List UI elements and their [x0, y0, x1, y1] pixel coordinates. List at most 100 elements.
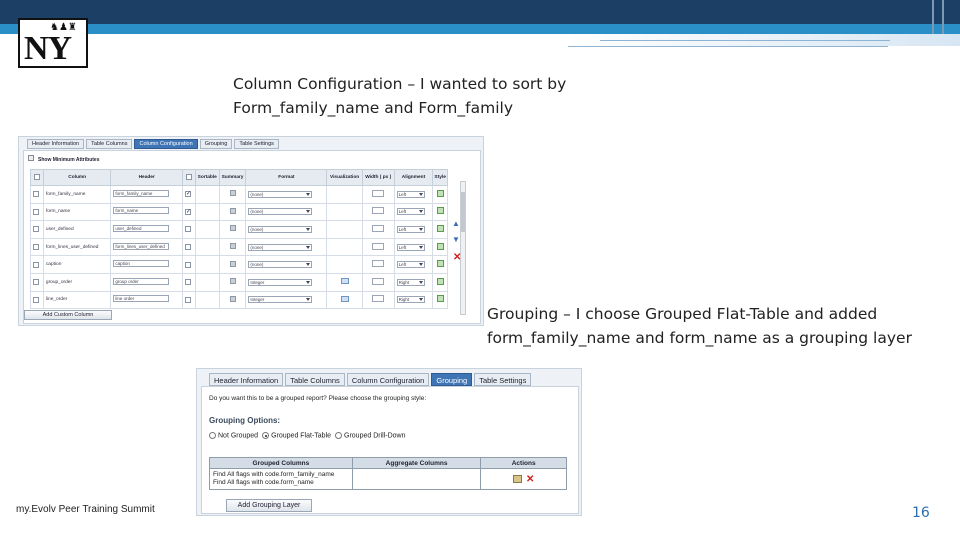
width-input[interactable] — [372, 189, 385, 197]
alignment-select[interactable]: Left — [396, 208, 425, 216]
row-select-cell[interactable] — [30, 202, 44, 222]
row-select-cell[interactable] — [30, 272, 44, 292]
width-input[interactable] — [372, 277, 385, 285]
tab-column-configuration[interactable]: Column Configuration — [134, 139, 198, 149]
sortable-checkbox[interactable] — [184, 243, 191, 250]
select-all-checkbox[interactable] — [33, 174, 40, 181]
width-input[interactable] — [372, 242, 385, 250]
alignment-select[interactable]: Left — [396, 190, 425, 198]
row-select-cell[interactable] — [30, 237, 44, 257]
sortable-checkbox[interactable] — [184, 296, 191, 303]
width-input[interactable] — [372, 260, 385, 268]
format-select[interactable]: Integer — [248, 278, 313, 286]
radio-button[interactable] — [335, 432, 343, 439]
row-checkbox[interactable] — [33, 208, 39, 215]
tab-table-settings[interactable]: Table Settings — [474, 373, 532, 386]
table-scrollbar[interactable] — [460, 181, 466, 315]
tab-table-columns[interactable]: Table Columns — [285, 373, 345, 386]
width-input[interactable] — [372, 207, 385, 215]
summary-icon[interactable] — [229, 278, 236, 285]
tab-grouping[interactable]: Grouping — [199, 139, 233, 149]
header-input[interactable]: form_family_name — [113, 189, 170, 197]
width-input[interactable] — [372, 295, 385, 303]
format-select[interactable]: Integer — [248, 296, 313, 304]
header-input[interactable]: form_name — [113, 207, 170, 215]
format-select[interactable]: (none) — [248, 208, 313, 216]
style-icon[interactable] — [436, 207, 444, 215]
row-select-cell[interactable] — [30, 185, 44, 204]
row-checkbox[interactable] — [33, 261, 39, 268]
format-select[interactable]: (none) — [248, 190, 313, 198]
format-select[interactable]: (none) — [248, 243, 313, 251]
move-up-icon[interactable]: ▲ — [452, 219, 460, 228]
sortable-checkbox-cell[interactable] — [181, 220, 196, 239]
add-custom-column-button[interactable]: Add Custom Column — [24, 310, 112, 320]
format-select[interactable]: (none) — [248, 261, 313, 269]
summary-icon[interactable] — [229, 225, 236, 232]
header-input[interactable]: caption — [113, 260, 170, 268]
radio-button-selected[interactable] — [262, 432, 270, 439]
header-input[interactable]: group order — [113, 277, 170, 285]
row-checkbox[interactable] — [33, 226, 39, 233]
scrollbar-thumb[interactable] — [461, 192, 465, 232]
format-select[interactable]: (none) — [248, 225, 313, 233]
row-checkbox[interactable] — [33, 279, 39, 286]
width-input[interactable] — [372, 224, 385, 232]
header-input[interactable]: form_lines_user_defined — [113, 242, 170, 250]
summary-icon[interactable] — [229, 190, 236, 197]
alignment-select[interactable]: Right — [396, 278, 425, 286]
sortable-checkbox[interactable] — [184, 208, 191, 215]
sortable-all-checkbox[interactable] — [185, 174, 192, 181]
summary-icon[interactable] — [229, 207, 236, 214]
row-checkbox[interactable] — [33, 243, 39, 250]
sortable-checkbox[interactable] — [184, 279, 191, 286]
radio-not-grouped[interactable]: Not Grouped — [209, 432, 258, 439]
visualization-icon[interactable] — [340, 278, 349, 285]
sortable-checkbox-cell[interactable] — [181, 202, 196, 222]
visualization-icon[interactable] — [340, 295, 349, 302]
row-select-cell[interactable] — [30, 290, 44, 310]
sortable-checkbox[interactable] — [184, 261, 191, 268]
sortable-checkbox-cell[interactable] — [181, 237, 196, 257]
style-icon[interactable] — [436, 295, 444, 303]
sortable-checkbox-cell[interactable] — [181, 272, 196, 292]
style-icon[interactable] — [436, 224, 444, 232]
style-icon[interactable] — [436, 277, 444, 285]
radio-button[interactable] — [209, 432, 216, 439]
delete-icon[interactable]: ✕ — [453, 252, 461, 263]
select-all-header[interactable] — [30, 169, 44, 186]
radio-grouped-flat-table[interactable]: Grouped Flat-Table — [262, 432, 331, 439]
tab-table-settings[interactable]: Table Settings — [234, 139, 279, 149]
tab-column-configuration[interactable]: Column Configuration — [346, 373, 430, 386]
style-icon[interactable] — [436, 260, 444, 268]
sortable-checkbox[interactable] — [184, 191, 191, 198]
sortable-checkbox-cell[interactable] — [181, 290, 196, 310]
header-input[interactable]: line order — [113, 295, 170, 303]
alignment-select[interactable]: Left — [396, 225, 425, 233]
tab-grouping[interactable]: Grouping — [431, 373, 473, 386]
show-minimum-attributes[interactable]: Show Minimum Attributes — [38, 157, 99, 163]
sortable-checkbox-cell[interactable] — [181, 255, 196, 274]
sortable-checkbox-header[interactable] — [181, 169, 196, 186]
style-icon[interactable] — [436, 189, 444, 197]
row-select-cell[interactable] — [30, 220, 44, 239]
alignment-select[interactable]: Right — [396, 296, 425, 304]
row-checkbox[interactable] — [33, 296, 39, 303]
tab-header-information[interactable]: Header Information — [209, 373, 284, 386]
row-select-cell[interactable] — [30, 255, 44, 274]
edit-icon[interactable] — [512, 475, 522, 483]
style-icon[interactable] — [436, 242, 444, 250]
header-input[interactable]: user_defined — [113, 224, 170, 232]
summary-icon[interactable] — [229, 243, 236, 250]
row-checkbox[interactable] — [33, 191, 39, 198]
tab-header-information[interactable]: Header Information — [27, 139, 85, 149]
summary-icon[interactable] — [229, 260, 236, 267]
add-grouping-layer-button[interactable]: Add Grouping Layer — [226, 499, 312, 512]
move-down-icon[interactable]: ▼ — [452, 235, 460, 244]
summary-icon[interactable] — [229, 295, 236, 302]
alignment-select[interactable]: Left — [396, 243, 425, 251]
tab-table-columns[interactable]: Table Columns — [86, 139, 133, 149]
delete-icon[interactable]: ✕ — [526, 474, 534, 485]
sortable-checkbox-cell[interactable] — [181, 185, 196, 204]
sortable-checkbox[interactable] — [184, 226, 191, 233]
